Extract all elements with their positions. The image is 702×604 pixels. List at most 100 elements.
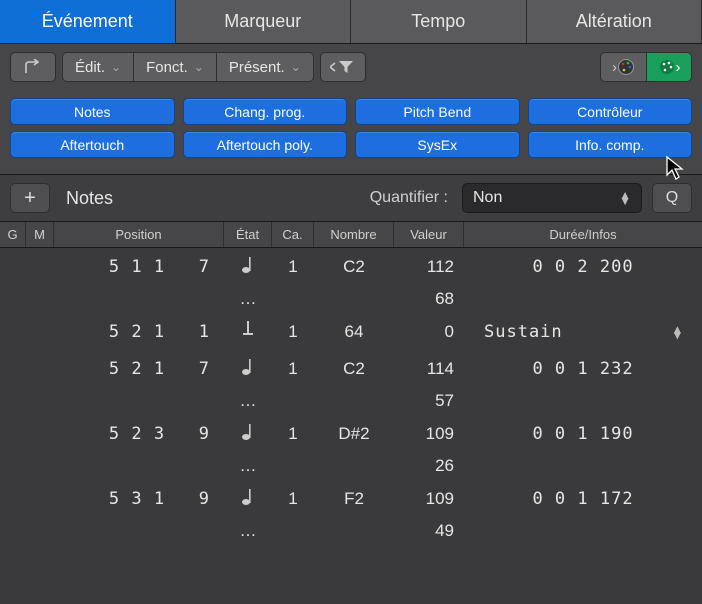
tab-alteration[interactable]: Altération [527, 0, 702, 43]
cell-value[interactable]: 0 [394, 313, 464, 350]
filter-poly-aftertouch[interactable]: Aftertouch poly. [183, 131, 348, 158]
filter-program-change[interactable]: Chang. prog. [183, 98, 348, 125]
cell-state[interactable] [224, 480, 272, 517]
col-duration[interactable]: Durée/Infos [464, 222, 702, 247]
filter-pitch-bend[interactable]: Pitch Bend [355, 98, 520, 125]
cell-value[interactable]: 109 [394, 415, 464, 452]
hierarchy-up-button[interactable] [10, 52, 56, 82]
edit-menu-label: Édit. [75, 59, 105, 76]
functions-menu[interactable]: Fonct. ⌄ [133, 52, 216, 82]
table-row[interactable]: 5 1 1 7 1C21120 0 2 200 [0, 248, 702, 285]
cell-value2[interactable]: 26 [394, 452, 464, 480]
tab-tempo[interactable]: Tempo [351, 0, 527, 43]
cell-channel[interactable]: 1 [272, 248, 314, 285]
chevron-down-icon: ⌄ [194, 60, 204, 74]
cell-g[interactable] [0, 480, 26, 517]
cell-position[interactable]: 5 3 1 9 [54, 480, 224, 517]
quantize-apply-button[interactable]: Q [652, 183, 692, 213]
table-subrow: … 49 [0, 517, 702, 545]
cell-position[interactable]: 5 2 1 7 [54, 350, 224, 387]
view-menu[interactable]: Présent.⌄ [216, 52, 314, 82]
cell-state[interactable] [224, 415, 272, 452]
cell-m[interactable] [26, 350, 54, 387]
col-channel[interactable]: Ca. [272, 222, 314, 247]
cell-position[interactable]: 5 1 1 7 [54, 248, 224, 285]
menu-group: Édit.⌄ Fonct. ⌄ Présent.⌄ [62, 52, 314, 82]
cell-value[interactable]: 109 [394, 480, 464, 517]
cell-position[interactable]: 5 2 3 9 [54, 415, 224, 452]
col-m[interactable]: M [26, 222, 54, 247]
cell-g[interactable] [0, 248, 26, 285]
cell-m[interactable] [26, 480, 54, 517]
cell-value[interactable]: 114 [394, 350, 464, 387]
table-row[interactable]: 5 2 1 1 1640 Sustain ▲▼ [0, 313, 702, 350]
cell-state-more[interactable]: … [224, 285, 272, 313]
cell-duration[interactable]: 0 0 1 232 [464, 350, 702, 387]
table-subrow: … 68 [0, 285, 702, 313]
table-row[interactable]: 5 2 1 7 1C21140 0 1 232 [0, 350, 702, 387]
col-position[interactable]: Position [54, 222, 224, 247]
cell-channel[interactable]: 1 [272, 415, 314, 452]
table-row[interactable]: 5 3 1 9 1F21090 0 1 172 [0, 480, 702, 517]
cell-channel[interactable]: 1 [272, 480, 314, 517]
cell-value[interactable]: 112 [394, 248, 464, 285]
cell-state[interactable] [224, 313, 272, 350]
cell-value2[interactable]: 57 [394, 387, 464, 415]
cell-g[interactable] [0, 313, 26, 350]
palette-in-button[interactable]: › [600, 52, 646, 82]
palette-icon [658, 58, 676, 76]
cell-duration[interactable]: 0 0 1 172 [464, 480, 702, 517]
cell-m[interactable] [26, 248, 54, 285]
filter-button[interactable] [320, 52, 366, 82]
filter-meta[interactable]: Info. comp. [528, 131, 693, 158]
quantize-select[interactable]: Non ▲▼ [462, 183, 642, 213]
hierarchy-up-icon [23, 59, 43, 75]
cell-number[interactable]: D#2 [314, 415, 394, 452]
col-state[interactable]: État [224, 222, 272, 247]
edit-menu[interactable]: Édit.⌄ [62, 52, 133, 82]
cell-state[interactable] [224, 350, 272, 387]
col-value[interactable]: Valeur [394, 222, 464, 247]
cell-g[interactable] [0, 415, 26, 452]
updown-icon: ▲▼ [674, 326, 682, 338]
table-subrow: … 26 [0, 452, 702, 480]
cell-channel[interactable]: 1 [272, 313, 314, 350]
view-menu-label: Présent. [229, 59, 285, 76]
cell-number[interactable]: 64 [314, 313, 394, 350]
cell-number[interactable]: F2 [314, 480, 394, 517]
tab-event[interactable]: Événement [0, 0, 176, 43]
cell-state-more[interactable]: … [224, 517, 272, 545]
col-number[interactable]: Nombre [314, 222, 394, 247]
filter-notes[interactable]: Notes [10, 98, 175, 125]
cell-number[interactable]: C2 [314, 248, 394, 285]
note-icon [241, 254, 255, 279]
cell-g[interactable] [0, 350, 26, 387]
cell-position[interactable]: 5 2 1 1 [54, 313, 224, 350]
cell-value2[interactable]: 68 [394, 285, 464, 313]
secondary-bar: + Notes Quantifier : Non ▲▼ Q [0, 175, 702, 222]
filter-controller[interactable]: Contrôleur [528, 98, 693, 125]
duration-info: Sustain [484, 322, 563, 342]
filter-aftertouch[interactable]: Aftertouch [10, 131, 175, 158]
cell-state-more[interactable]: … [224, 387, 272, 415]
event-type-label: Notes [66, 188, 113, 209]
cell-number[interactable]: C2 [314, 350, 394, 387]
tab-marker[interactable]: Marqueur [176, 0, 352, 43]
quantize-value: Non [473, 189, 502, 207]
cell-m[interactable] [26, 313, 54, 350]
table-row[interactable]: 5 2 3 9 1D#21090 0 1 190 [0, 415, 702, 452]
cell-channel[interactable]: 1 [272, 350, 314, 387]
cell-duration[interactable]: 0 0 2 200 [464, 248, 702, 285]
filter-sysex[interactable]: SysEx [355, 131, 520, 158]
note-icon [241, 486, 255, 511]
col-g[interactable]: G [0, 222, 26, 247]
palette-out-button[interactable]: › [646, 52, 692, 82]
add-event-button[interactable]: + [10, 183, 50, 213]
table-subrow: … 57 [0, 387, 702, 415]
cell-state-more[interactable]: … [224, 452, 272, 480]
cell-value2[interactable]: 49 [394, 517, 464, 545]
functions-menu-label: Fonct. [146, 59, 188, 76]
cell-duration[interactable]: 0 0 1 190 [464, 415, 702, 452]
cell-state[interactable] [224, 248, 272, 285]
cell-m[interactable] [26, 415, 54, 452]
